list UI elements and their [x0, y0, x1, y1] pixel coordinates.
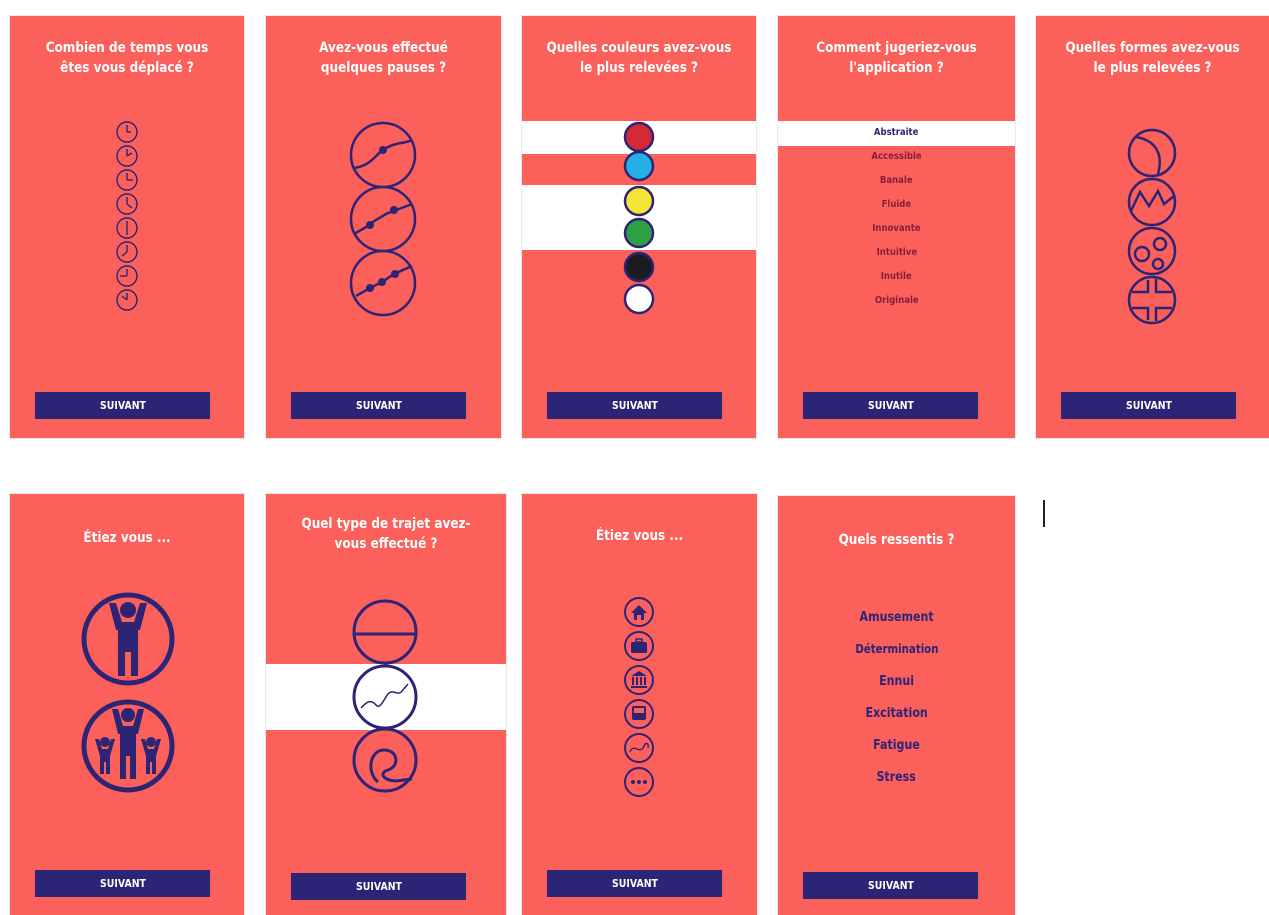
question-title: Quels ressentis ?: [838, 532, 955, 548]
option-stress[interactable]: Stress: [778, 770, 1015, 785]
option-banale[interactable]: Banale: [778, 175, 1015, 186]
color-swatch-red[interactable]: [623, 121, 655, 153]
question-title: Comment jugeriez-vous l'application ?: [816, 40, 977, 76]
screen-pauses: Avez-vous effectué quelques pauses ? SUI…: [266, 16, 501, 438]
screen-duration: Combien de temps vous êtes vous déplacé …: [10, 16, 244, 438]
clock-6-icon: [116, 241, 138, 263]
curve-shape-icon[interactable]: [1127, 128, 1177, 178]
zigzag-shape-icon[interactable]: [1127, 177, 1177, 227]
option-determination[interactable]: Détermination: [778, 642, 1015, 656]
color-swatch-black[interactable]: [623, 251, 655, 283]
color-swatch-white[interactable]: [623, 283, 655, 315]
screen-colors: Quelles couleurs avez-vous le plus relev…: [522, 16, 756, 438]
option-excitation[interactable]: Excitation: [778, 706, 1015, 721]
museum-icon[interactable]: [631, 671, 647, 688]
option-accessible[interactable]: Accessible: [778, 151, 1015, 162]
screen-feelings: Quels ressentis ? Amusement Déterminatio…: [778, 496, 1015, 915]
bus-icon[interactable]: [632, 706, 646, 720]
more-icon[interactable]: [631, 780, 647, 784]
screen-app-rating: Comment jugeriez-vous l'application ? Ab…: [778, 16, 1015, 438]
next-button[interactable]: SUIVANT: [803, 872, 978, 899]
loop-route-icon[interactable]: [352, 727, 418, 793]
clock-2-icon: [116, 145, 138, 167]
next-button[interactable]: SUIVANT: [35, 870, 210, 897]
option-fatigue[interactable]: Fatigue: [778, 738, 1015, 753]
context-icon-list: [624, 597, 654, 797]
next-button[interactable]: SUIVANT: [35, 392, 210, 419]
screen-context: Étiez vous ... SUIVANT: [522, 494, 757, 915]
clock-5-icon: [116, 217, 138, 239]
circles-shape-icon[interactable]: [1127, 226, 1177, 276]
route-icon-list: [352, 599, 418, 793]
two-pauses-icon[interactable]: [349, 185, 417, 253]
option-innovante[interactable]: Innovante: [778, 223, 1015, 234]
option-ennui[interactable]: Ennui: [778, 674, 1015, 689]
alone-person-icon[interactable]: [81, 592, 175, 686]
option-intuitive[interactable]: Intuitive: [778, 247, 1015, 258]
next-button[interactable]: SUIVANT: [291, 392, 466, 419]
color-swatch-blue[interactable]: [623, 150, 655, 182]
family-group-icon[interactable]: [81, 699, 175, 793]
shape-icon-list: [1127, 128, 1177, 325]
next-button[interactable]: SUIVANT: [803, 392, 978, 419]
straight-route-icon[interactable]: [352, 599, 418, 665]
screen-company: Étiez vous ... SUIVANT: [10, 494, 244, 915]
option-inutile[interactable]: Inutile: [778, 271, 1015, 282]
option-fluide[interactable]: Fluide: [778, 199, 1015, 210]
option-abstraite[interactable]: Abstraite: [778, 127, 1015, 138]
option-originale[interactable]: Originale: [778, 295, 1015, 306]
clock-3-icon: [116, 169, 138, 191]
screen-shapes: Quelles formes avez-vous le plus relevée…: [1036, 16, 1269, 438]
next-button[interactable]: SUIVANT: [1061, 392, 1236, 419]
briefcase-icon[interactable]: [631, 638, 647, 653]
next-button[interactable]: SUIVANT: [291, 873, 466, 900]
duration-icon-list: [116, 121, 138, 311]
leisure-icon[interactable]: [629, 742, 649, 753]
color-swatch-yellow[interactable]: [623, 185, 655, 217]
pauses-icon-list: [349, 121, 417, 317]
next-button[interactable]: SUIVANT: [547, 870, 722, 897]
clock-7-icon: [116, 265, 138, 287]
screen-route-type: Quel type de trajet avez-vous effectué ?…: [266, 494, 506, 915]
company-icon-list: [81, 592, 175, 793]
color-swatch-green[interactable]: [623, 217, 655, 249]
wavy-route-icon[interactable]: [352, 664, 418, 730]
color-swatch-list: [623, 121, 655, 315]
one-pause-icon[interactable]: [349, 121, 417, 189]
square-shape-icon[interactable]: [1127, 275, 1177, 325]
clock-4-icon: [116, 193, 138, 215]
text-cursor: [1043, 500, 1045, 527]
home-icon[interactable]: [631, 605, 647, 620]
clock-1-icon: [116, 121, 138, 143]
option-amusement[interactable]: Amusement: [778, 610, 1015, 625]
clock-8-icon: [116, 289, 138, 311]
next-button[interactable]: SUIVANT: [547, 392, 722, 419]
